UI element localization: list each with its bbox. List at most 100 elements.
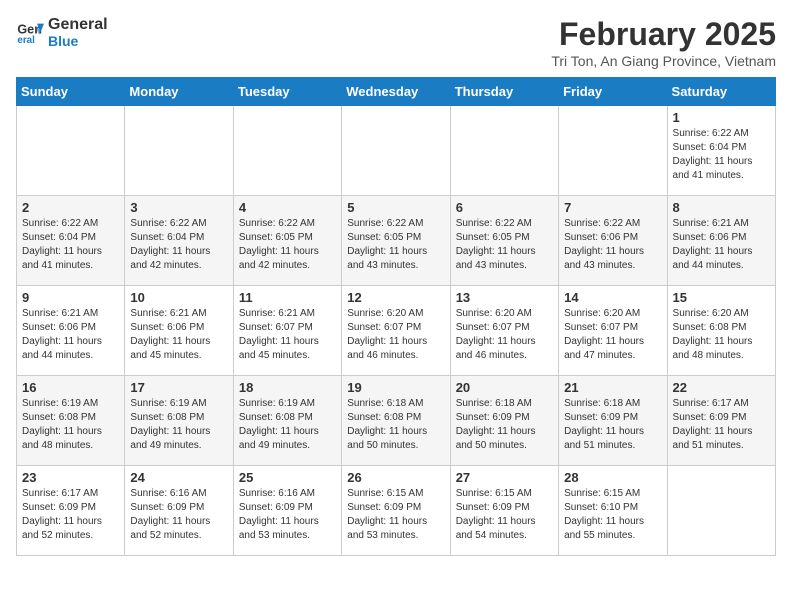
calendar-cell (450, 106, 558, 196)
calendar-cell: 9 Sunrise: 6:21 AM Sunset: 6:06 PM Daylig… (17, 286, 125, 376)
day-info: Sunrise: 6:17 AM Sunset: 6:09 PM Dayligh… (22, 487, 119, 543)
page-header: Gen eral General Blue February 2025 Tri … (16, 16, 776, 69)
day-number: 1 (673, 110, 770, 125)
logo: Gen eral General Blue (16, 16, 108, 49)
calendar-cell: 18 Sunrise: 6:19 AM Sunset: 6:08 PM Dayli… (233, 376, 341, 466)
day-number: 3 (130, 200, 227, 215)
day-number: 17 (130, 380, 227, 395)
calendar-cell (125, 106, 233, 196)
day-number: 24 (130, 470, 227, 485)
calendar-cell (233, 106, 341, 196)
day-number: 6 (456, 200, 553, 215)
day-number: 26 (347, 470, 444, 485)
day-number: 19 (347, 380, 444, 395)
calendar-cell: 14 Sunrise: 6:20 AM Sunset: 6:07 PM Dayli… (559, 286, 667, 376)
calendar-table: SundayMondayTuesdayWednesdayThursdayFrid… (16, 77, 776, 556)
calendar-cell: 8 Sunrise: 6:21 AM Sunset: 6:06 PM Daylig… (667, 196, 775, 286)
calendar-cell: 13 Sunrise: 6:20 AM Sunset: 6:07 PM Dayli… (450, 286, 558, 376)
calendar-cell: 23 Sunrise: 6:17 AM Sunset: 6:09 PM Dayli… (17, 466, 125, 556)
title-area: February 2025 Tri Ton, An Giang Province… (551, 16, 776, 69)
day-info: Sunrise: 6:22 AM Sunset: 6:05 PM Dayligh… (239, 217, 336, 273)
day-info: Sunrise: 6:18 AM Sunset: 6:09 PM Dayligh… (564, 397, 661, 453)
calendar-cell (17, 106, 125, 196)
calendar-cell: 17 Sunrise: 6:19 AM Sunset: 6:08 PM Dayli… (125, 376, 233, 466)
day-number: 10 (130, 290, 227, 305)
day-number: 27 (456, 470, 553, 485)
col-header-friday: Friday (559, 78, 667, 106)
day-info: Sunrise: 6:22 AM Sunset: 6:05 PM Dayligh… (347, 217, 444, 273)
logo-icon: Gen eral (16, 18, 44, 46)
calendar-cell: 25 Sunrise: 6:16 AM Sunset: 6:09 PM Dayli… (233, 466, 341, 556)
logo-line2: Blue (48, 34, 108, 49)
day-number: 20 (456, 380, 553, 395)
day-info: Sunrise: 6:17 AM Sunset: 6:09 PM Dayligh… (673, 397, 770, 453)
day-number: 8 (673, 200, 770, 215)
day-info: Sunrise: 6:19 AM Sunset: 6:08 PM Dayligh… (239, 397, 336, 453)
calendar-cell (342, 106, 450, 196)
calendar-cell (559, 106, 667, 196)
day-number: 21 (564, 380, 661, 395)
day-info: Sunrise: 6:22 AM Sunset: 6:06 PM Dayligh… (564, 217, 661, 273)
day-info: Sunrise: 6:16 AM Sunset: 6:09 PM Dayligh… (130, 487, 227, 543)
calendar-cell: 3Sunrise: 6:22 AM Sunset: 6:04 PM Daylig… (125, 196, 233, 286)
day-number: 25 (239, 470, 336, 485)
day-info: Sunrise: 6:20 AM Sunset: 6:07 PM Dayligh… (564, 307, 661, 363)
calendar-cell: 28 Sunrise: 6:15 AM Sunset: 6:10 PM Dayli… (559, 466, 667, 556)
day-info: Sunrise: 6:21 AM Sunset: 6:06 PM Dayligh… (130, 307, 227, 363)
col-header-monday: Monday (125, 78, 233, 106)
month-title: February 2025 (551, 16, 776, 53)
calendar-cell: 27 Sunrise: 6:15 AM Sunset: 6:09 PM Dayli… (450, 466, 558, 556)
calendar-cell: 16Sunrise: 6:19 AM Sunset: 6:08 PM Dayli… (17, 376, 125, 466)
day-number: 28 (564, 470, 661, 485)
calendar-cell: 1 Sunrise: 6:22 AM Sunset: 6:04 PM Daylig… (667, 106, 775, 196)
logo-line1: General (48, 16, 108, 34)
day-number: 22 (673, 380, 770, 395)
day-info: Sunrise: 6:22 AM Sunset: 6:05 PM Dayligh… (456, 217, 553, 273)
calendar-cell: 26Sunrise: 6:15 AM Sunset: 6:09 PM Dayli… (342, 466, 450, 556)
calendar-cell: 11 Sunrise: 6:21 AM Sunset: 6:07 PM Dayli… (233, 286, 341, 376)
day-info: Sunrise: 6:20 AM Sunset: 6:07 PM Dayligh… (347, 307, 444, 363)
calendar-cell: 22 Sunrise: 6:17 AM Sunset: 6:09 PM Dayli… (667, 376, 775, 466)
calendar-cell: 7 Sunrise: 6:22 AM Sunset: 6:06 PM Daylig… (559, 196, 667, 286)
calendar-cell: 5 Sunrise: 6:22 AM Sunset: 6:05 PM Daylig… (342, 196, 450, 286)
day-info: Sunrise: 6:18 AM Sunset: 6:08 PM Dayligh… (347, 397, 444, 453)
calendar-cell: 12Sunrise: 6:20 AM Sunset: 6:07 PM Dayli… (342, 286, 450, 376)
day-number: 9 (22, 290, 119, 305)
day-number: 13 (456, 290, 553, 305)
day-info: Sunrise: 6:16 AM Sunset: 6:09 PM Dayligh… (239, 487, 336, 543)
calendar-cell (667, 466, 775, 556)
day-number: 4 (239, 200, 336, 215)
calendar-cell: 20 Sunrise: 6:18 AM Sunset: 6:09 PM Dayli… (450, 376, 558, 466)
day-info: Sunrise: 6:20 AM Sunset: 6:07 PM Dayligh… (456, 307, 553, 363)
day-number: 11 (239, 290, 336, 305)
day-info: Sunrise: 6:22 AM Sunset: 6:04 PM Dayligh… (673, 127, 770, 183)
col-header-wednesday: Wednesday (342, 78, 450, 106)
location: Tri Ton, An Giang Province, Vietnam (551, 53, 776, 69)
calendar-cell: 2 Sunrise: 6:22 AM Sunset: 6:04 PM Daylig… (17, 196, 125, 286)
day-info: Sunrise: 6:21 AM Sunset: 6:06 PM Dayligh… (22, 307, 119, 363)
day-info: Sunrise: 6:19 AM Sunset: 6:08 PM Dayligh… (130, 397, 227, 453)
day-number: 7 (564, 200, 661, 215)
day-info: Sunrise: 6:18 AM Sunset: 6:09 PM Dayligh… (456, 397, 553, 453)
svg-text:eral: eral (17, 36, 35, 47)
day-info: Sunrise: 6:21 AM Sunset: 6:07 PM Dayligh… (239, 307, 336, 363)
day-number: 14 (564, 290, 661, 305)
calendar-cell: 21 Sunrise: 6:18 AM Sunset: 6:09 PM Dayli… (559, 376, 667, 466)
calendar-cell: 6 Sunrise: 6:22 AM Sunset: 6:05 PM Daylig… (450, 196, 558, 286)
day-info: Sunrise: 6:22 AM Sunset: 6:04 PM Dayligh… (22, 217, 119, 273)
day-info: Sunrise: 6:20 AM Sunset: 6:08 PM Dayligh… (673, 307, 770, 363)
day-number: 18 (239, 380, 336, 395)
day-info: Sunrise: 6:15 AM Sunset: 6:09 PM Dayligh… (456, 487, 553, 543)
col-header-thursday: Thursday (450, 78, 558, 106)
day-number: 16 (22, 380, 119, 395)
calendar-cell: 24 Sunrise: 6:16 AM Sunset: 6:09 PM Dayli… (125, 466, 233, 556)
col-header-tuesday: Tuesday (233, 78, 341, 106)
day-number: 2 (22, 200, 119, 215)
day-number: 23 (22, 470, 119, 485)
calendar-cell: 4 Sunrise: 6:22 AM Sunset: 6:05 PM Daylig… (233, 196, 341, 286)
day-info: Sunrise: 6:21 AM Sunset: 6:06 PM Dayligh… (673, 217, 770, 273)
col-header-saturday: Saturday (667, 78, 775, 106)
day-number: 5 (347, 200, 444, 215)
calendar-cell: 10 Sunrise: 6:21 AM Sunset: 6:06 PM Dayli… (125, 286, 233, 376)
day-info: Sunrise: 6:15 AM Sunset: 6:10 PM Dayligh… (564, 487, 661, 543)
